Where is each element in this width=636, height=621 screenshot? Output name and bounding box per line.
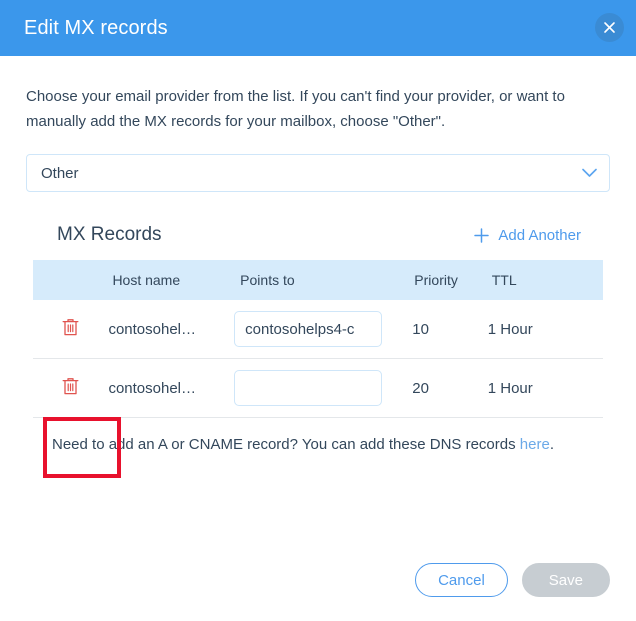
mx-records-header-row: MX Records Add Another bbox=[33, 224, 603, 246]
trash-icon bbox=[62, 377, 79, 400]
close-icon bbox=[603, 21, 616, 34]
table-header-row: Host name Points to Priority TTL bbox=[33, 260, 603, 300]
ttl-cell: 1 Hour bbox=[487, 300, 603, 359]
add-another-button[interactable]: Add Another bbox=[474, 227, 581, 244]
column-header-delete bbox=[33, 260, 109, 300]
points-to-input[interactable] bbox=[234, 370, 383, 406]
host-name-cell: contosohel… bbox=[108, 358, 235, 418]
edit-mx-records-dialog: Edit MX records Choose your email provid… bbox=[0, 0, 636, 621]
delete-record-button[interactable] bbox=[58, 316, 84, 342]
mx-records-section: MX Records Add Another Host name Points … bbox=[26, 224, 610, 453]
mx-records-table: Host name Points to Priority TTL contoso… bbox=[33, 260, 603, 418]
add-another-label: Add Another bbox=[498, 226, 581, 244]
points-to-cell bbox=[234, 300, 413, 359]
delete-record-button[interactable] bbox=[58, 375, 84, 401]
points-to-input[interactable] bbox=[234, 311, 383, 347]
save-button[interactable]: Save bbox=[521, 563, 610, 597]
dialog-header: Edit MX records bbox=[0, 0, 636, 56]
table-body: contosohel… 10 1 Hour bbox=[33, 300, 603, 418]
priority-cell: 10 bbox=[412, 300, 488, 359]
table-row: contosohel… 10 1 Hour bbox=[33, 300, 603, 359]
trash-icon bbox=[62, 318, 79, 341]
column-header-points-to: Points to bbox=[234, 260, 413, 300]
intro-text: Choose your email provider from the list… bbox=[26, 88, 565, 130]
close-button[interactable] bbox=[595, 13, 624, 42]
dns-note-text-after: . bbox=[549, 436, 554, 453]
delete-cell bbox=[33, 300, 109, 359]
chevron-down-icon bbox=[582, 168, 597, 178]
dialog-body: Choose your email provider from the list… bbox=[0, 56, 636, 453]
dns-records-note: Need to add an A or CNAME record? You ca… bbox=[52, 436, 603, 453]
cancel-button[interactable]: Cancel bbox=[415, 563, 508, 597]
table-header: Host name Points to Priority TTL bbox=[33, 260, 603, 300]
column-header-ttl: TTL bbox=[487, 260, 603, 300]
column-header-priority: Priority bbox=[412, 260, 488, 300]
dialog-actions: Cancel Save bbox=[415, 563, 610, 597]
ttl-cell: 1 Hour bbox=[487, 358, 603, 418]
page-title: Edit MX records bbox=[24, 16, 168, 39]
provider-select[interactable]: Other bbox=[26, 154, 610, 192]
plus-icon bbox=[474, 227, 490, 243]
host-name-cell: contosohel… bbox=[108, 300, 235, 359]
priority-cell: 20 bbox=[412, 358, 488, 418]
table-row: contosohel… 20 1 Hour bbox=[33, 358, 603, 418]
mx-records-title: MX Records bbox=[57, 224, 162, 245]
delete-cell bbox=[33, 358, 109, 418]
column-header-host-name: Host name bbox=[108, 260, 235, 300]
dns-note-text-before: Need to add an A or CNAME record? You ca… bbox=[52, 436, 520, 453]
dns-records-link[interactable]: here bbox=[520, 436, 550, 453]
provider-select-value: Other bbox=[41, 164, 79, 182]
points-to-cell bbox=[234, 358, 413, 418]
